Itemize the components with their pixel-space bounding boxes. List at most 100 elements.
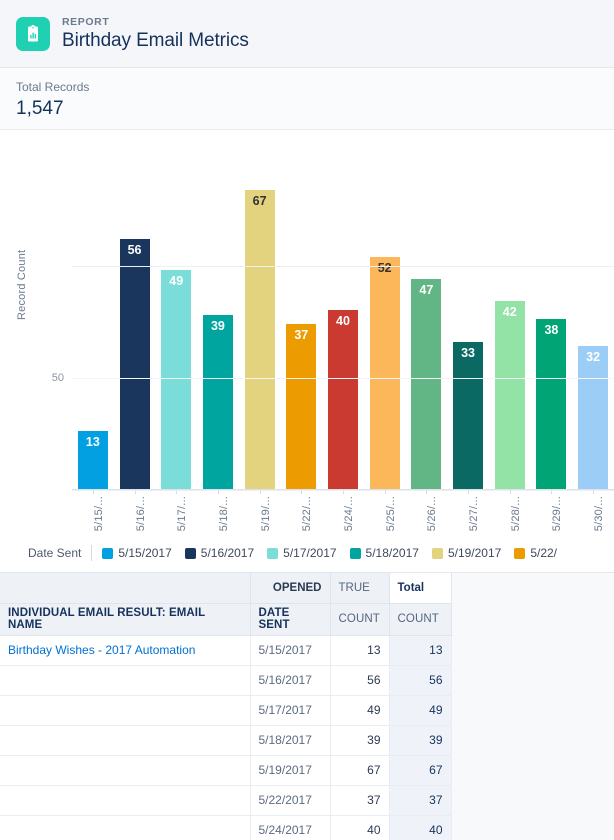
chart-bars: 13 56 49 39 67 37 40 52 47 33 42 38 32 [72, 154, 614, 494]
chart-bar-slot: 37 [280, 154, 322, 494]
chart-bar-slot: 49 [155, 154, 197, 494]
chart-bar-value-label: 37 [294, 327, 309, 342]
cell-total-count: 13 [388, 634, 452, 666]
table-row: 5/19/2017 67 67 [0, 754, 452, 786]
legend-item[interactable]: 5/15/2017 [102, 546, 172, 560]
cell-email-name[interactable]: Birthday Wishes - 2017 Automation [0, 634, 251, 666]
chart-bar-value-label: 49 [169, 274, 184, 289]
x-axis-tick-label: 5/16/... [134, 496, 147, 532]
x-axis-tick-label: 5/30/... [593, 496, 606, 532]
table-row: Birthday Wishes - 2017 Automation 5/15/20… [0, 634, 452, 666]
chart-bar[interactable]: 49 [161, 270, 192, 489]
cell-email-name [0, 724, 251, 756]
cell-date-sent: 5/19/2017 [249, 754, 331, 786]
table-row: 5/24/2017 40 40 [0, 814, 452, 840]
legend-item[interactable]: 5/17/2017 [267, 546, 337, 560]
cell-true-count: 13 [329, 634, 390, 666]
cell-date-sent: 5/18/2017 [249, 724, 331, 756]
table-column-header-row: INDIVIDUAL EMAIL RESULT: EMAIL NAME DATE… [0, 602, 452, 636]
cell-true-count: 40 [329, 814, 390, 840]
report-table: OPENED TRUE Total INDIVIDUAL EMAIL RESUL… [0, 573, 452, 840]
legend-color-swatch [349, 547, 361, 559]
legend-item-label: 5/18/2017 [365, 546, 419, 560]
chart-bar-value-label: 56 [127, 242, 142, 257]
page-title: Birthday Email Metrics [62, 29, 249, 51]
x-axis-label-slot: 5/27/... [447, 496, 489, 534]
legend-item-label: 5/19/2017 [447, 546, 502, 560]
chart-bar[interactable]: 47 [411, 279, 442, 489]
legend-item[interactable]: 5/22/ [514, 546, 557, 560]
x-axis-label-slot: 5/18/... [197, 496, 239, 534]
group-header-true: TRUE [329, 573, 390, 604]
chart-bar-slot: 67 [239, 154, 281, 494]
chart-bar-slot: 33 [447, 154, 489, 494]
email-name-link[interactable]: Birthday Wishes - 2017 Automation [8, 643, 195, 657]
legend-item[interactable]: 5/18/2017 [349, 546, 419, 560]
column-header-total-count[interactable]: COUNT [388, 602, 452, 636]
cell-total-count: 39 [388, 724, 452, 756]
cell-email-name [0, 784, 251, 816]
x-axis-label-slot: 5/16/... [114, 496, 156, 534]
cell-email-name [0, 664, 251, 696]
group-header-blank [0, 573, 251, 604]
x-axis-label-slot: 5/25/... [364, 496, 406, 534]
column-header-email-name[interactable]: INDIVIDUAL EMAIL RESULT: EMAIL NAME [0, 602, 251, 636]
y-axis-tick-label: 50 [51, 372, 64, 384]
chart-bar[interactable]: 32 [578, 346, 609, 489]
chart-bar-value-label: 42 [502, 305, 517, 320]
chart-bar-value-label: 38 [544, 323, 559, 338]
total-records-label: Total Records [16, 80, 90, 94]
legend-item[interactable]: 5/19/2017 [431, 546, 502, 560]
x-axis-tick-label: 5/22/... [301, 496, 314, 532]
x-axis-tick-label: 5/17/... [176, 496, 189, 532]
x-axis-label-slot: 5/24/... [322, 496, 364, 534]
legend-item-label: 5/16/2017 [200, 546, 255, 560]
cell-total-count: 49 [388, 694, 452, 726]
group-header-total: Total [388, 573, 452, 604]
column-header-date-sent[interactable]: DATE SENT [249, 602, 331, 636]
page-header: REPORT Birthday Email Metrics [0, 0, 614, 68]
chart-bar-value-label: 13 [85, 434, 100, 449]
bar-chart: Record Count 13 56 49 39 67 37 40 52 47 33 42 38 32 … [0, 130, 614, 534]
chart-bar[interactable]: 67 [244, 189, 275, 489]
chart-bar-slot: 40 [322, 154, 364, 494]
chart-bar[interactable]: 39 [202, 314, 233, 489]
chart-bar[interactable]: 52 [369, 256, 400, 489]
chart-bar[interactable]: 40 [327, 310, 358, 489]
chart-bar-slot: 56 [114, 154, 156, 494]
cell-email-name [0, 754, 251, 786]
cell-true-count: 67 [329, 754, 390, 786]
column-header-true-count[interactable]: COUNT [329, 602, 390, 636]
chart-bar-slot: 13 [72, 154, 114, 494]
x-axis-tick-label: 5/28/... [509, 496, 522, 532]
legend-title: Date Sent [28, 546, 82, 560]
x-axis-tick-label: 5/18/... [217, 496, 230, 532]
table-row: 5/16/2017 56 56 [0, 664, 452, 696]
chart-bar[interactable]: 13 [77, 430, 108, 489]
legend-item-label: 5/22/ [530, 546, 558, 560]
chart-bar[interactable]: 33 [453, 341, 484, 489]
x-axis-label-slot: 5/19/... [239, 496, 281, 534]
x-axis-tick-label: 5/15/... [92, 496, 105, 532]
legend-item[interactable]: 5/16/2017 [184, 546, 255, 560]
chart-bar[interactable]: 42 [494, 301, 525, 489]
x-axis-tick-label: 5/29/... [551, 496, 564, 532]
chart-bar-slot: 38 [531, 154, 573, 494]
chart-bar-value-label: 67 [252, 193, 267, 208]
cell-date-sent: 5/15/2017 [249, 634, 331, 666]
table-group-header-row: OPENED TRUE Total [0, 573, 452, 604]
chart-bar[interactable]: 56 [119, 238, 150, 489]
chart-gridline [72, 378, 614, 379]
chart-legend: Date Sent 5/15/2017 5/16/2017 5/17/2017 5/1… [0, 534, 614, 572]
chart-bar[interactable]: 38 [536, 319, 567, 489]
total-records-summary: Total Records 1,547 [0, 68, 614, 130]
chart-bar[interactable]: 37 [286, 323, 317, 489]
group-header-opened: OPENED [249, 573, 331, 604]
legend-divider [91, 545, 93, 561]
legend-item-label: 5/15/2017 [118, 546, 172, 560]
cell-email-name [0, 814, 251, 840]
chart-bar-value-label: 52 [377, 260, 392, 275]
table-row: 5/17/2017 49 49 [0, 694, 452, 726]
x-axis-labels: 5/15/...Birthd... 5/16/... 5/17/... 5/18/..… [72, 496, 614, 534]
cell-email-name [0, 694, 251, 726]
